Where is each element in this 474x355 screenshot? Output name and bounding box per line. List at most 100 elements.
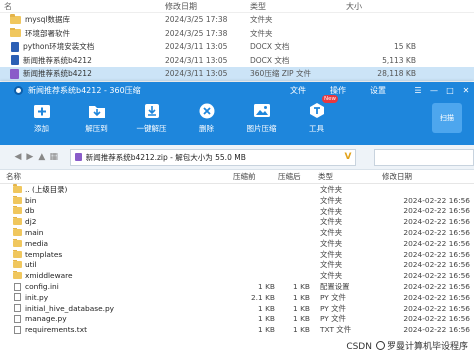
file-row-original: 1 KB [293, 303, 310, 313]
delete-button[interactable]: 删除 [179, 98, 234, 134]
file-row-name: xmiddleware [0, 271, 233, 280]
file-row[interactable]: bin 文件夹 2024-02-22 16:56 [0, 195, 474, 206]
file-row-type: 文件夹 [320, 260, 343, 270]
file-row[interactable]: media 文件夹 2024-02-22 16:56 [0, 238, 474, 249]
up-arrow-icon[interactable]: ▲ [36, 152, 48, 162]
image-compress-icon [253, 102, 271, 119]
file-row-type: TXT 文件 [320, 325, 352, 335]
file-row-type: 文件夹 [320, 249, 343, 259]
file-row-type: 配置设置 [320, 282, 350, 292]
menu-settings[interactable]: 设置 [370, 85, 386, 96]
file-row-label: db [25, 206, 35, 216]
file-row-compressed: 1 KB [258, 303, 275, 313]
tools-button[interactable]: New 工具 [289, 95, 344, 134]
watermark-icon [375, 341, 385, 350]
file-row-label: util [25, 260, 37, 270]
menu-hamburger-icon[interactable]: ☰ [410, 86, 426, 95]
column-date[interactable]: 修改日期 [165, 1, 250, 12]
explorer-row-label: 新闻推荐系统b4212 [23, 55, 92, 65]
file-explorer-list: 名 修改日期 类型 大小 mysql数据库 2024/3/25 17:38 文件夹环… [0, 0, 474, 82]
explorer-row[interactable]: 新闻推荐系统b4212 2024/3/11 13:05 360压缩 ZIP 文件 28… [0, 67, 474, 81]
explorer-row[interactable]: mysql数据库 2024/3/25 17:38 文件夹 [0, 13, 474, 27]
search-input[interactable] [374, 148, 474, 166]
one-click-extract-button[interactable]: 一键解压 [124, 98, 179, 134]
explorer-row[interactable]: 环境部署软件 2024/3/25 17:38 文件夹 [0, 27, 474, 41]
file-row-label: dj2 [25, 217, 37, 227]
address-bar: ◀ ▶ ▲ ▦ 新闻推荐系统b4212.zip - 解包大小为 55.0 MB … [0, 145, 474, 170]
explorer-row-type: DOCX 文档 [250, 55, 290, 65]
file-row-name: util [0, 260, 233, 269]
file-row-name: templates [0, 249, 233, 259]
title-bar[interactable]: 新闻推荐系统b4212 - 360压缩 文件 操作 设置 ☰ — □ ✕ [0, 82, 474, 98]
explorer-row-date: 2024/3/11 13:05 [165, 69, 228, 79]
file-row-modified: 2024-02-22 16:56 [403, 325, 470, 335]
minimize-icon[interactable]: — [426, 86, 442, 95]
column-name[interactable]: 名 [0, 1, 165, 12]
folder-icon [13, 217, 22, 226]
file-icon [14, 314, 21, 323]
file-row-compressed: 1 KB [258, 282, 275, 292]
file-row-modified: 2024-02-22 16:56 [403, 260, 470, 270]
file-row-type: 文件夹 [320, 206, 343, 216]
file-row[interactable]: config.ini 1 KB 1 KB 配置设置 2024-02-22 16:56 [0, 281, 474, 292]
file-row[interactable]: requirements.txt 1 KB 1 KB TXT 文件 2024-02-22… [0, 324, 474, 335]
file-row[interactable]: db 文件夹 2024-02-22 16:56 [0, 206, 474, 217]
explorer-row[interactable]: 新闻推荐系统b4212 2024/3/11 13:05 DOCX 文档 5,113 K… [0, 54, 474, 68]
view-grid-icon[interactable]: ▦ [48, 152, 60, 162]
file-row[interactable]: manage.py 1 KB 1 KB PY 文件 2024-02-22 16:56 [0, 314, 474, 325]
file-row-name: .. (上级目录) [0, 183, 233, 195]
one-click-extract-icon [143, 102, 161, 119]
file-row-modified: 2024-02-22 16:56 [403, 292, 470, 302]
explorer-header: 名 修改日期 类型 大小 [0, 0, 474, 13]
file-row-type: PY 文件 [320, 292, 346, 302]
file-row-name: config.ini [0, 282, 233, 291]
explorer-row[interactable]: python环境安装文档 2024/3/11 13:05 DOCX 文档 15 KB [0, 40, 474, 54]
column-type[interactable]: 类型 [318, 171, 382, 182]
file-row[interactable]: main 文件夹 2024-02-22 16:56 [0, 227, 474, 238]
column-type[interactable]: 类型 [250, 1, 322, 12]
file-row[interactable]: .. (上级目录) 文件夹 [0, 183, 474, 195]
forward-arrow-icon[interactable]: ▶ [24, 152, 36, 162]
file-row-name: initial_hive_database.py [0, 304, 233, 313]
column-name[interactable]: 名称 [0, 171, 233, 182]
file-row-label: bin [25, 195, 37, 205]
file-row-original: 1 KB [293, 325, 310, 335]
file-row-compressed: 1 KB [258, 314, 275, 324]
dropdown-v-icon[interactable]: V [345, 152, 352, 162]
image-compress-button[interactable]: 图片压缩 [234, 98, 289, 134]
file-row-name: init.py [0, 293, 233, 302]
file-icon [14, 325, 21, 334]
maximize-icon[interactable]: □ [442, 86, 458, 95]
folder-icon [10, 14, 21, 24]
menu-file[interactable]: 文件 [290, 85, 306, 96]
folder-icon [13, 249, 22, 258]
file-row-name: media [0, 238, 233, 248]
file-row[interactable]: util 文件夹 2024-02-22 16:56 [0, 260, 474, 271]
add-button[interactable]: 添加 [14, 98, 69, 134]
column-modified[interactable]: 修改日期 [382, 171, 472, 182]
delete-icon [198, 102, 216, 119]
explorer-row-type: DOCX 文档 [250, 42, 290, 52]
column-compressed[interactable]: 压缩前 [233, 171, 278, 182]
file-row-label: templates [25, 249, 63, 259]
close-icon[interactable]: ✕ [458, 86, 474, 95]
menu-operation[interactable]: 操作 [330, 85, 346, 96]
extract-to-button[interactable]: 解压到 [69, 98, 124, 134]
file-row-original: 1 KB [293, 292, 310, 302]
folder-icon [13, 228, 22, 237]
file-row-type: 文件夹 [320, 195, 343, 205]
explorer-row-size: 5,113 KB [382, 55, 416, 65]
folder-icon [13, 183, 22, 193]
column-original[interactable]: 压缩后 [278, 171, 318, 182]
file-row[interactable]: templates 文件夹 2024-02-22 16:56 [0, 249, 474, 260]
column-size[interactable]: 大小 [322, 1, 362, 12]
file-row[interactable]: initial_hive_database.py 1 KB 1 KB PY 文件 202… [0, 303, 474, 314]
file-row[interactable]: dj2 文件夹 2024-02-22 16:56 [0, 216, 474, 227]
back-arrow-icon[interactable]: ◀ [12, 152, 24, 162]
file-row[interactable]: xmiddleware 文件夹 2024-02-22 16:56 [0, 270, 474, 281]
zip-icon [74, 153, 82, 161]
file-row[interactable]: init.py 2.1 KB 1 KB PY 文件 2024-02-22 16:56 [0, 292, 474, 303]
file-row-label: requirements.txt [25, 325, 87, 335]
address-field[interactable]: 新闻推荐系统b4212.zip - 解包大小为 55.0 MB V [69, 148, 357, 166]
scan-button[interactable]: 扫描 [432, 103, 462, 133]
